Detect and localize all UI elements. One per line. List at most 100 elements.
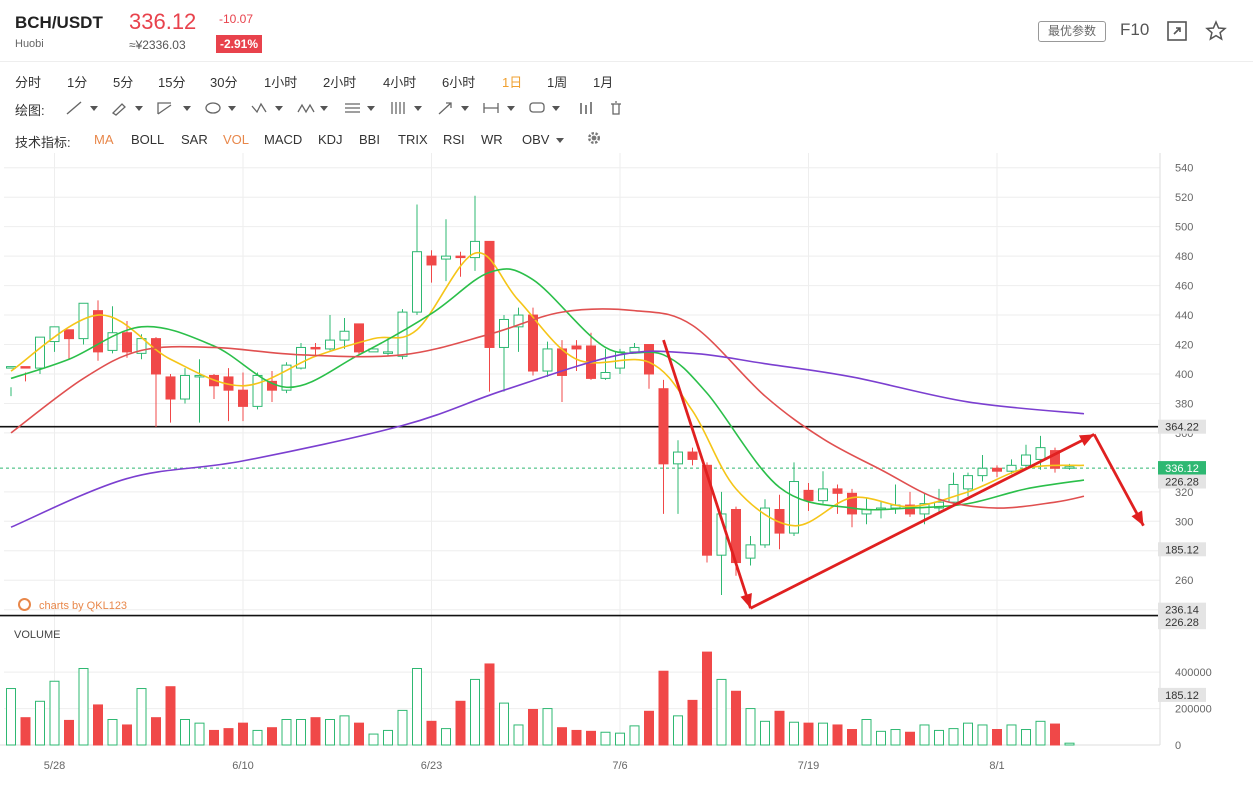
volume-bar <box>354 722 364 746</box>
indicator-vol[interactable]: VOL <box>223 132 249 147</box>
pair-name: BCH/USDT <box>15 13 103 32</box>
candle-body <box>600 372 611 379</box>
candle-body <box>499 318 509 348</box>
interval-tab[interactable]: 4小时 <box>383 72 416 91</box>
volume-bar <box>673 715 683 746</box>
interval-tab[interactable]: 5分 <box>113 72 133 91</box>
channel-tool-icon[interactable] <box>155 100 179 116</box>
interval-tab[interactable]: 1周 <box>547 72 567 91</box>
indicator-ma[interactable]: MA <box>94 132 114 147</box>
candle-body <box>571 345 582 350</box>
interval-tab[interactable]: 6小时 <box>442 72 475 91</box>
pattern-tool-icon[interactable] <box>295 100 319 116</box>
wave-tool-icon[interactable] <box>249 100 273 116</box>
interval-tab[interactable]: 1小时 <box>264 72 297 91</box>
trend-arrows <box>662 339 1145 610</box>
indicator-boll[interactable]: BOLL <box>131 132 164 147</box>
price-label: 236.14 <box>1158 602 1206 617</box>
fib-tool-icon[interactable] <box>342 100 366 116</box>
candle-tool-icon[interactable] <box>576 100 600 116</box>
price-chart[interactable]: 5405205004804604404204003803603203002802… <box>0 153 1253 786</box>
candle-body <box>35 336 45 369</box>
indicator-kdj[interactable]: KDJ <box>318 132 343 147</box>
interval-tab[interactable]: 1月 <box>593 72 613 91</box>
interval-tab[interactable]: 1日 <box>502 72 522 91</box>
shape-tool-icon[interactable] <box>203 100 227 116</box>
price-tick-label: 400 <box>1175 369 1193 381</box>
interval-tab[interactable]: 15分 <box>158 72 185 91</box>
arrow-tool-icon[interactable] <box>435 100 459 116</box>
volume-bar <box>310 717 321 746</box>
volume-bar <box>600 731 611 746</box>
star-icon[interactable] <box>1205 20 1227 42</box>
volume-bar <box>934 729 944 746</box>
watermark: charts by QKL123 <box>18 598 127 612</box>
candle-body <box>325 339 335 350</box>
last-price: 336.12 <box>129 9 197 34</box>
volume-bar <box>107 719 118 746</box>
trash-icon[interactable] <box>606 100 630 116</box>
measure-tool-icon[interactable] <box>481 100 505 116</box>
chevron-down-icon[interactable] <box>367 106 375 111</box>
date-tick-label: 5/28 <box>44 760 65 772</box>
volume-bar <box>368 733 379 746</box>
volume-bar <box>93 704 103 746</box>
optimize-params-button[interactable]: 最优参数 <box>1038 21 1106 42</box>
chevron-down-icon[interactable] <box>275 106 283 111</box>
volume-bar <box>122 724 132 746</box>
candle-body <box>992 467 1002 472</box>
interval-tab[interactable]: 分时 <box>15 72 41 91</box>
volume-bar <box>948 728 959 746</box>
chevron-down-icon[interactable] <box>556 138 564 143</box>
chevron-down-icon[interactable] <box>228 106 236 111</box>
volume-bar <box>165 686 176 746</box>
date-tick-label: 6/23 <box>421 760 442 772</box>
line-tool-icon[interactable] <box>64 100 88 116</box>
settings-gear-icon[interactable] <box>582 130 606 146</box>
pen-tool-icon[interactable] <box>110 100 134 116</box>
chevron-down-icon[interactable] <box>183 106 191 111</box>
price-label: 364.22 <box>1158 419 1206 434</box>
indicator-wr[interactable]: WR <box>481 132 503 147</box>
f10-button[interactable]: F10 <box>1120 20 1149 40</box>
indicator-macd[interactable]: MACD <box>264 132 302 147</box>
volume-label-text: 185.12 <box>1165 690 1199 702</box>
volume-bar <box>832 724 843 746</box>
volume-bar <box>1050 723 1060 746</box>
volume-bar <box>963 722 973 746</box>
indicator-bbi[interactable]: BBI <box>359 132 380 147</box>
gann-tool-icon[interactable] <box>388 100 412 116</box>
volume-bar <box>571 729 582 746</box>
candle-body <box>1064 466 1075 469</box>
fullscreen-icon[interactable] <box>1166 20 1188 42</box>
volume-bar <box>513 724 524 746</box>
indicator-obv[interactable]: OBV <box>522 132 549 147</box>
chevron-down-icon[interactable] <box>507 106 515 111</box>
chevron-down-icon[interactable] <box>461 106 469 111</box>
chevron-down-icon[interactable] <box>552 106 560 111</box>
watermark-text: charts by QKL123 <box>39 600 128 612</box>
candle-body <box>542 348 553 372</box>
volume-bar <box>296 719 306 746</box>
volume-bar <box>223 728 234 746</box>
interval-tab[interactable]: 30分 <box>210 72 237 91</box>
indicator-rsi[interactable]: RSI <box>443 132 465 147</box>
volume-bar <box>557 727 567 746</box>
volume-bar <box>339 715 350 746</box>
chevron-down-icon[interactable] <box>135 106 143 111</box>
chevron-down-icon[interactable] <box>90 106 98 111</box>
volume-bar <box>35 700 45 746</box>
interval-tab[interactable]: 1分 <box>67 72 87 91</box>
indicator-sar[interactable]: SAR <box>181 132 208 147</box>
price-label-text: 336.12 <box>1165 463 1199 475</box>
volume-bar <box>1064 742 1075 746</box>
interval-tab[interactable]: 2小时 <box>323 72 356 91</box>
chevron-down-icon[interactable] <box>414 106 422 111</box>
candle-body <box>832 488 843 494</box>
price-tick-label: 500 <box>1175 222 1193 234</box>
candle-body <box>354 323 364 353</box>
comment-tool-icon[interactable] <box>527 100 551 116</box>
chevron-down-icon[interactable] <box>320 106 328 111</box>
volume-bar <box>629 725 640 746</box>
indicator-trix[interactable]: TRIX <box>398 132 428 147</box>
